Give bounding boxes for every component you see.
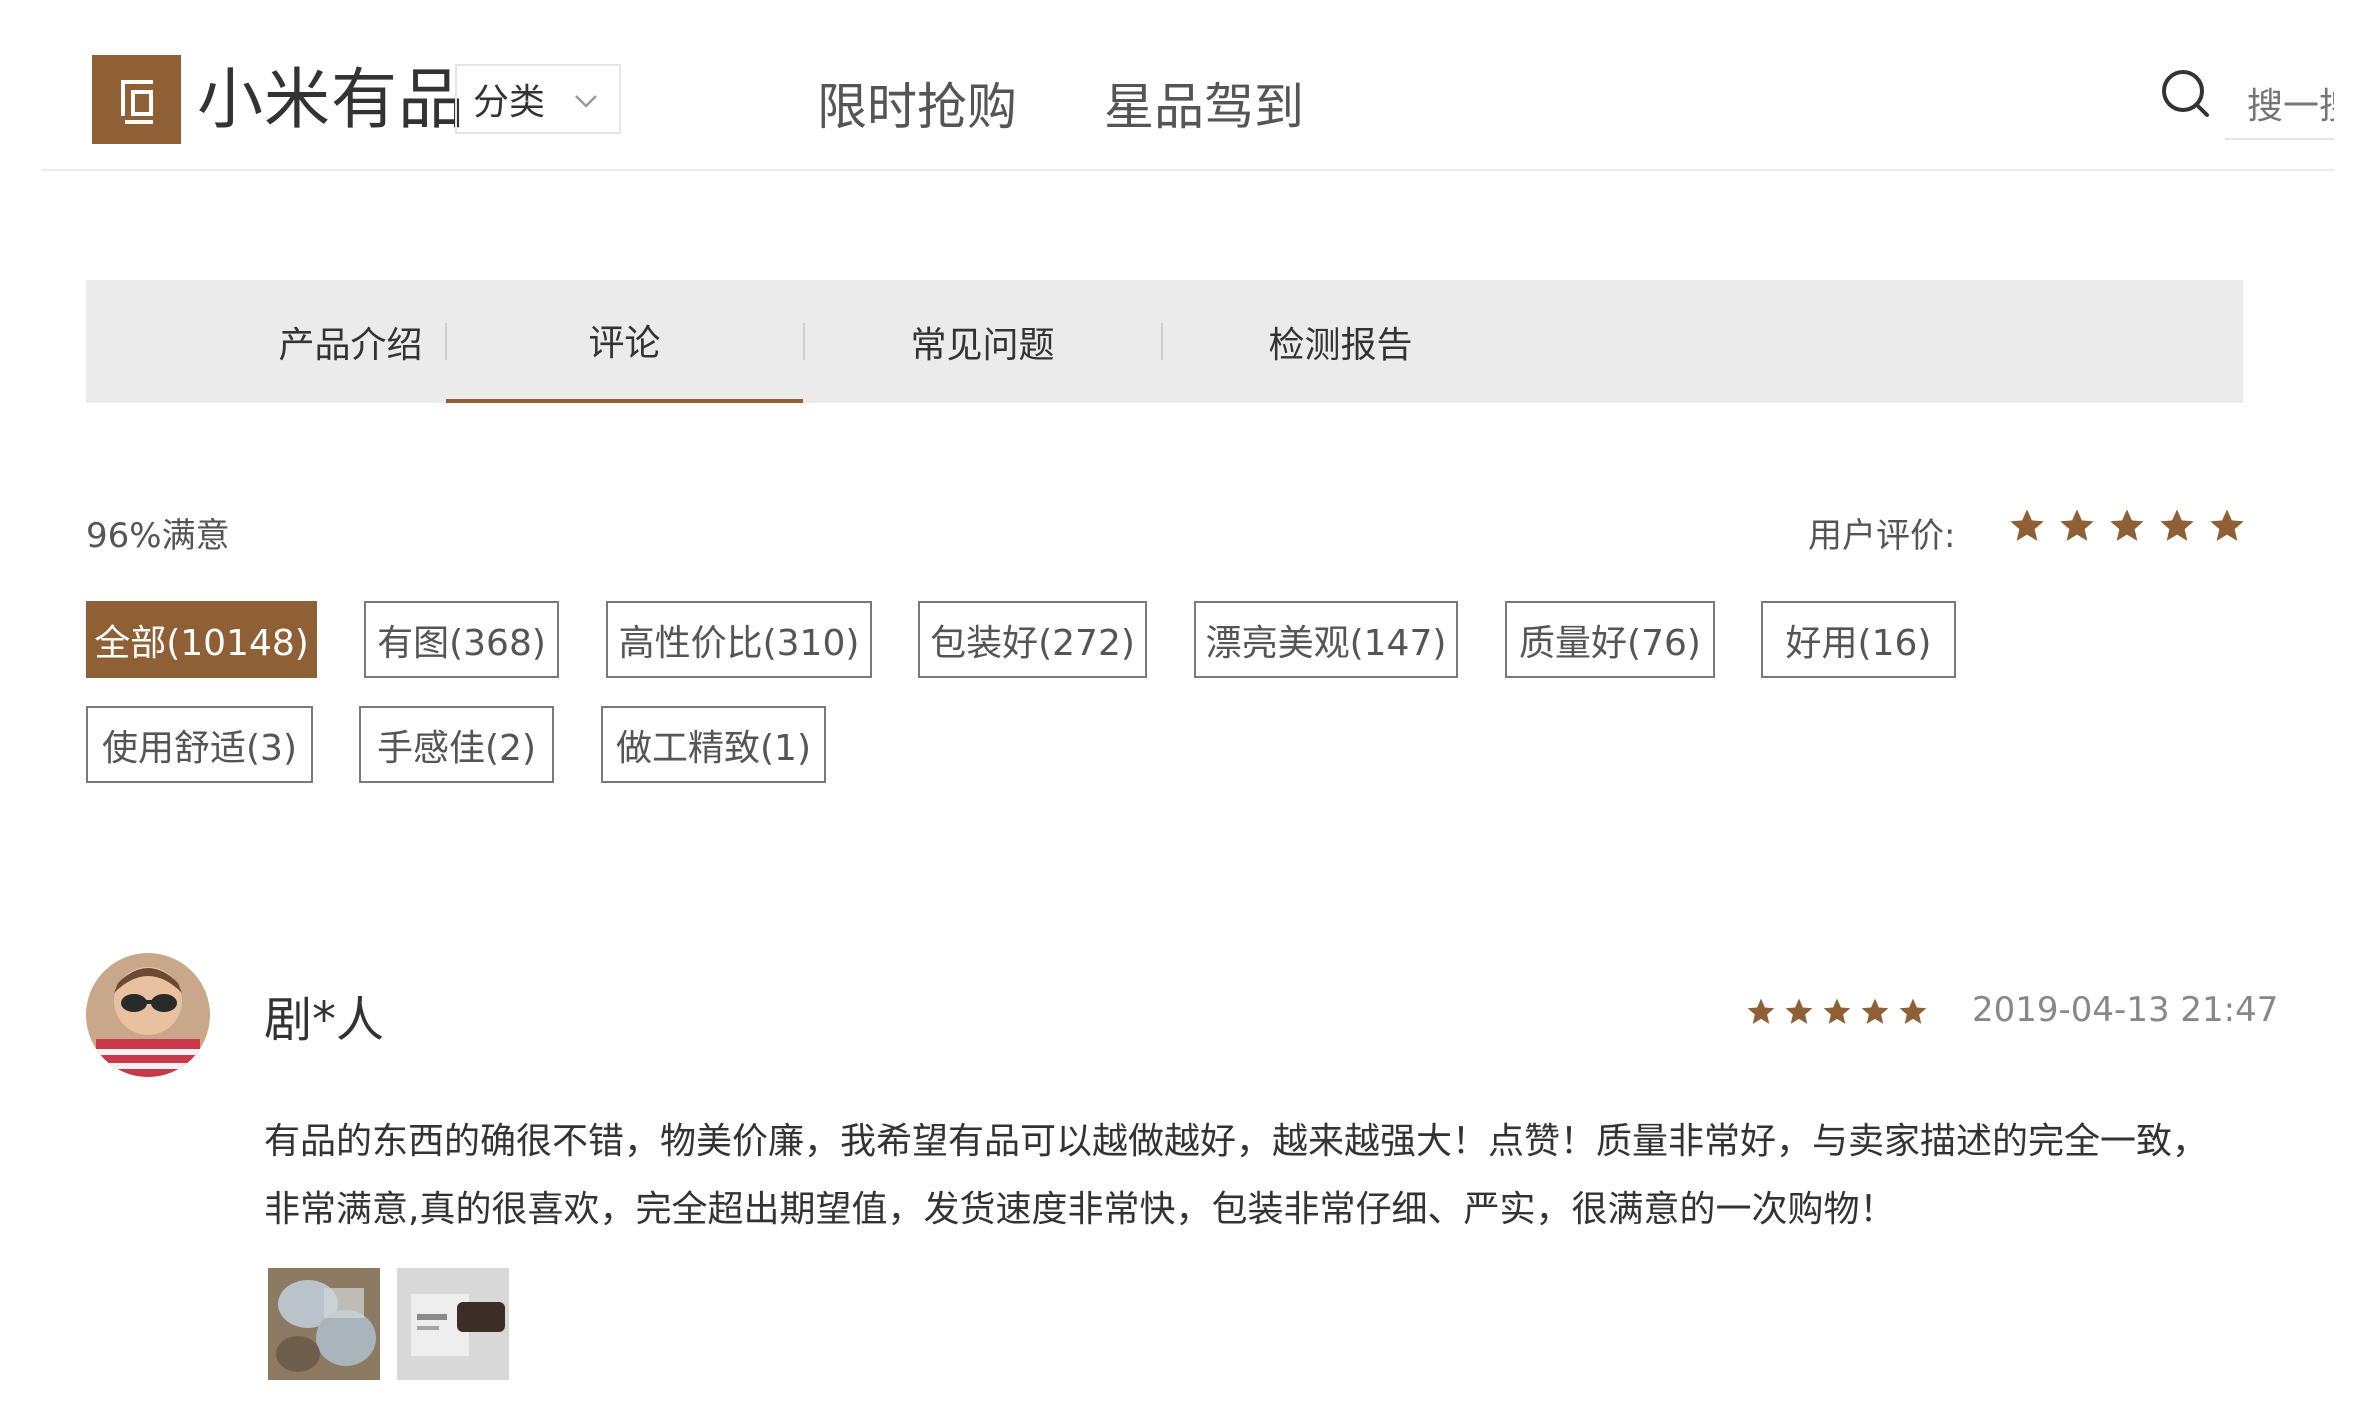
star-icon xyxy=(1747,998,1775,1024)
brand-logo-icon xyxy=(92,55,181,144)
nav-star-products[interactable]: 星品驾到 xyxy=(1104,72,1304,142)
satisfaction-rate: 96%满意 xyxy=(86,516,230,556)
category-dropdown[interactable]: 分类 xyxy=(455,64,621,134)
search-icon[interactable] xyxy=(2157,66,2213,122)
star-icon xyxy=(1823,998,1851,1024)
filter-tag-packaging[interactable]: 包装好(272) xyxy=(918,601,1147,678)
review-content: 有品的东西的确很不错，物美价廉，我希望有品可以越做越好，越来越强大！点赞！质量非… xyxy=(264,1121,2209,1230)
tab-reviews[interactable]: 评论 xyxy=(446,280,803,403)
filter-tag-useful[interactable]: 好用(16) xyxy=(1761,601,1956,678)
review-image-thumbnail[interactable] xyxy=(397,1268,509,1380)
filter-tag-comfortable[interactable]: 使用舒适(3) xyxy=(86,706,313,783)
brand-name: 小米有品 xyxy=(197,61,465,138)
reviewer-name: 剧*人 xyxy=(264,992,385,1048)
brand-logo[interactable]: 小米有品 xyxy=(92,55,465,144)
star-icon xyxy=(2210,509,2244,541)
product-tabs: 产品介绍 评论 常见问题 检测报告 xyxy=(86,280,2243,403)
star-icon xyxy=(1899,998,1927,1024)
star-icon xyxy=(2160,509,2194,541)
nav-flash-sale[interactable]: 限时抢购 xyxy=(817,72,1017,142)
filter-tag-feel[interactable]: 手感佳(2) xyxy=(359,706,554,783)
star-icon xyxy=(2010,509,2044,541)
filter-tag-with-images[interactable]: 有图(368) xyxy=(364,601,559,678)
chevron-down-icon xyxy=(575,95,597,108)
search-input[interactable] xyxy=(2225,66,2334,140)
filter-tag-quality[interactable]: 质量好(76) xyxy=(1505,601,1715,678)
review-stars xyxy=(1745,996,1929,1028)
filter-tag-craftsmanship[interactable]: 做工精致(1) xyxy=(601,706,826,783)
review-image-thumbnail[interactable] xyxy=(268,1268,380,1380)
star-icon xyxy=(2110,509,2144,541)
tab-faq[interactable]: 常见问题 xyxy=(804,280,1161,403)
filter-tag-value[interactable]: 高性价比(310) xyxy=(606,601,872,678)
category-label: 分类 xyxy=(473,82,546,123)
avatar[interactable] xyxy=(86,953,210,1077)
filter-tag-all[interactable]: 全部(10148) xyxy=(86,601,317,678)
star-icon xyxy=(2060,509,2094,541)
tab-test-report[interactable]: 检测报告 xyxy=(1162,280,1519,403)
review-date: 2019-04-13 21:47 xyxy=(1972,990,2279,1030)
star-icon xyxy=(1785,998,1813,1024)
filter-tag-beautiful[interactable]: 漂亮美观(147) xyxy=(1194,601,1458,678)
star-icon xyxy=(1861,998,1889,1024)
top-header: 小米有品 分类 限时抢购 星品驾到 xyxy=(42,0,2334,171)
user-rating-label: 用户评价: xyxy=(1808,516,1956,556)
user-rating-stars xyxy=(2007,506,2247,546)
